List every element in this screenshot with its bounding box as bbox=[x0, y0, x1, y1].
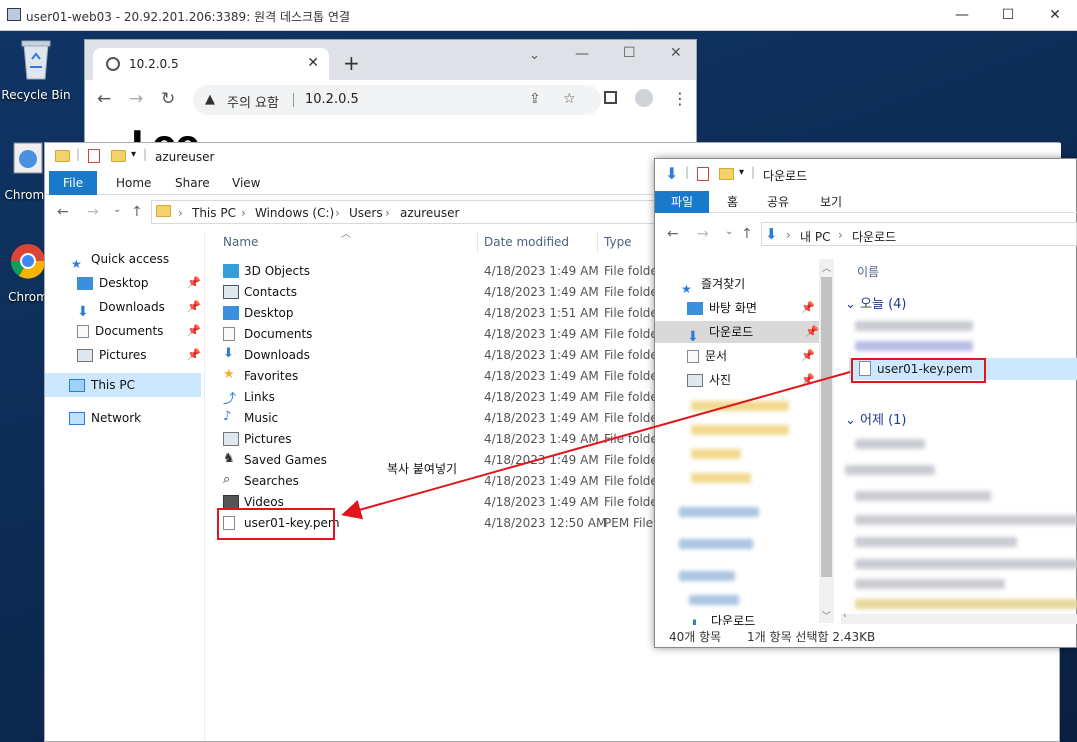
annotation-arrow bbox=[341, 371, 851, 520]
